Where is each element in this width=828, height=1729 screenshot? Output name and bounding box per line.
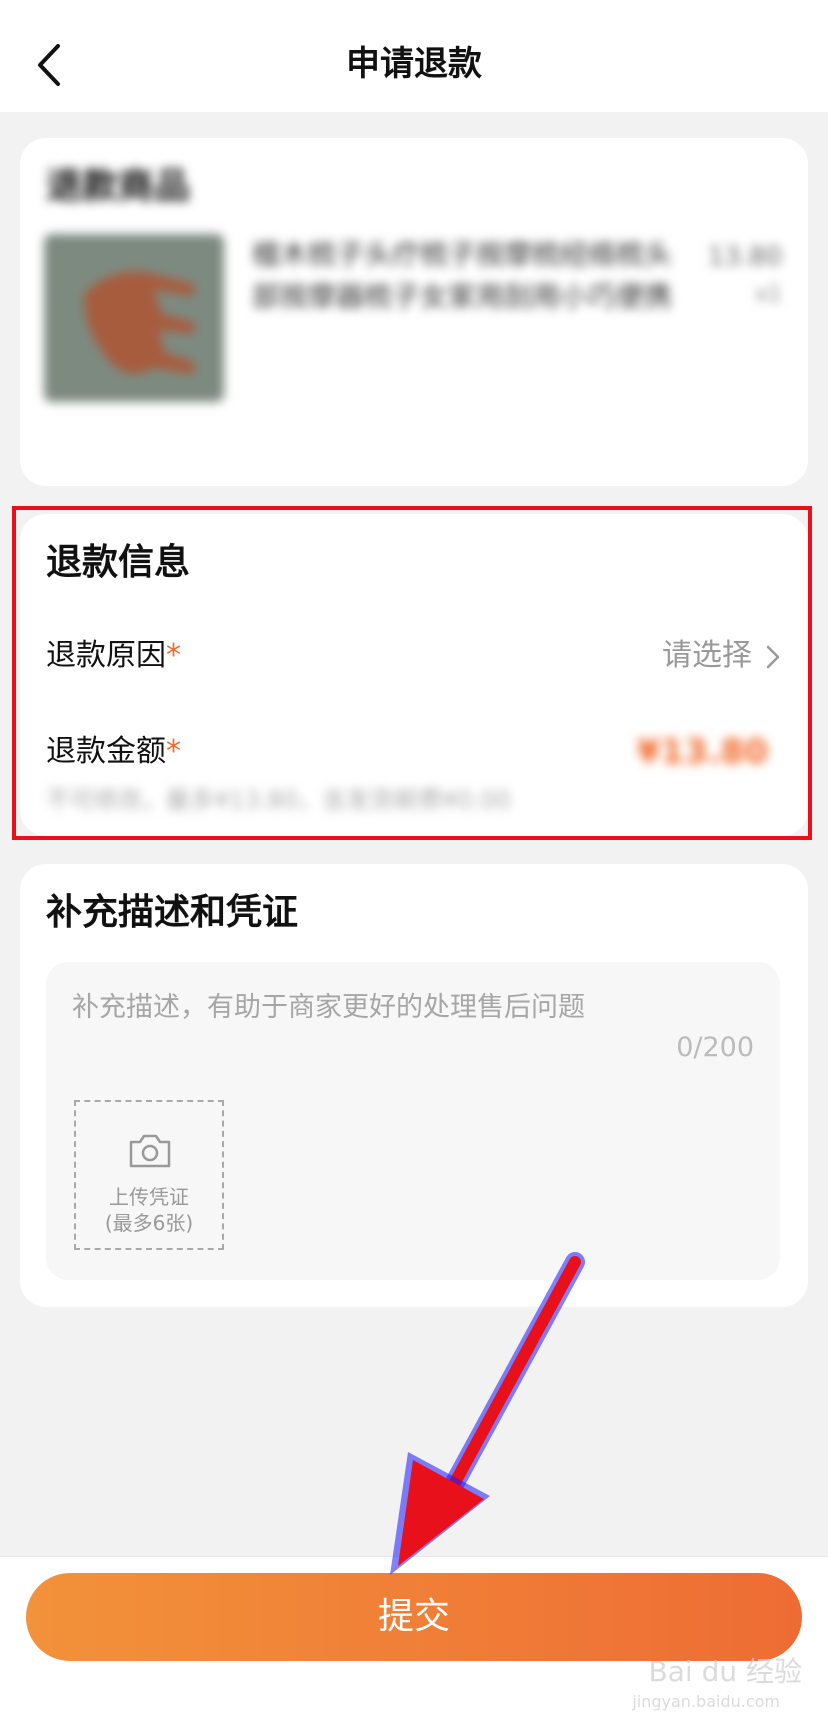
upload-limit: (最多6张) (104, 1211, 194, 1235)
goods-quantity: x1 (754, 282, 782, 307)
description-section-title: 补充描述和凭证 (46, 892, 299, 933)
goods-name: 檀木梳子头疗梳子按摩梳经络梳头部按摩器梳子女家用刮用小巧便携 (252, 238, 673, 313)
watermark-url: jingyan.baidu.com (632, 1692, 780, 1711)
upload-evidence-button[interactable]: 上传凭证 (最多6张) (74, 1100, 224, 1250)
description-placeholder: 补充描述，有助于商家更好的处理售后问题 (72, 992, 585, 1023)
goods-section-title: 退款商品 (46, 166, 191, 207)
upload-label: 上传凭证 (109, 1185, 189, 1209)
annotation-highlight-box (12, 506, 812, 840)
navigation-bar: 申请退款 (0, 0, 828, 112)
watermark: Bai du 经验 (648, 1655, 802, 1688)
description-textarea[interactable]: 补充描述，有助于商家更好的处理售后问题 0/200 上传凭证 (最多6张) (46, 962, 780, 1280)
submit-button[interactable]: 提交 (26, 1573, 802, 1661)
description-card: 补充描述和凭证 补充描述，有助于商家更好的处理售后问题 0/200 上传凭证 (… (20, 864, 808, 1307)
goods-thumbnail (44, 234, 224, 402)
goods-price: 13.80 (707, 242, 782, 272)
refund-goods-card: 退款商品 檀木梳子头疗梳子按摩梳经络梳头部按摩器梳子女家用刮用小巧便携 13.8… (20, 138, 808, 486)
camera-icon (129, 1134, 171, 1168)
character-counter: 0/200 (676, 1032, 754, 1063)
page-title: 申请退款 (346, 44, 482, 84)
